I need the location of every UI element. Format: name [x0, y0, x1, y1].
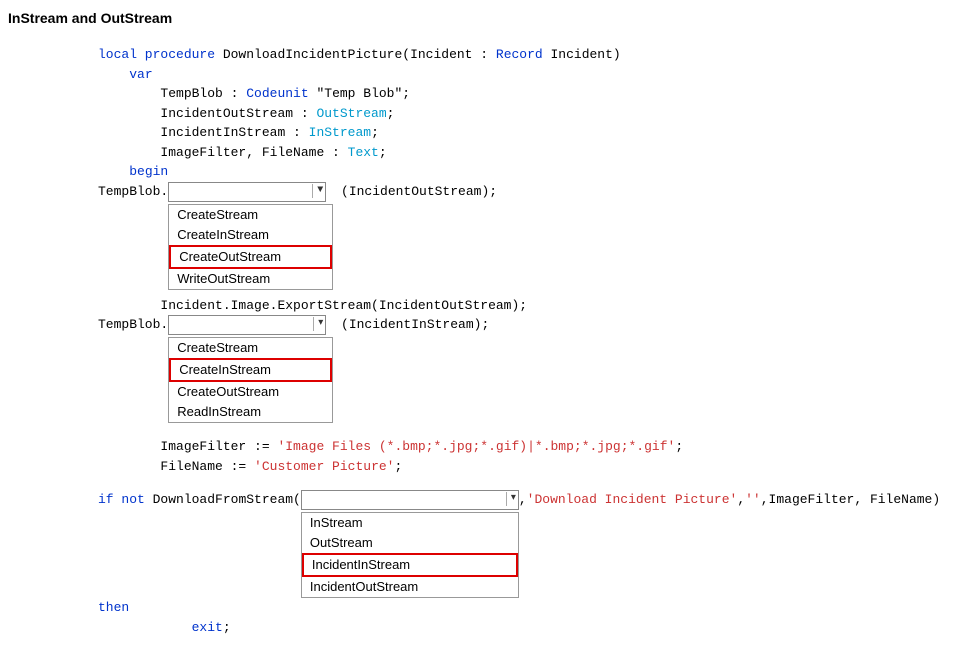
semi: ; — [371, 125, 379, 140]
list-item[interactable]: CreateStream — [169, 205, 332, 225]
list-item[interactable]: CreateInStream — [169, 225, 332, 245]
proc-name: DownloadIncidentPicture(Incident : — [215, 47, 496, 62]
string-filename: 'Customer Picture' — [254, 459, 394, 474]
list-item[interactable]: OutStream — [302, 533, 518, 553]
download-tail: ,ImageFilter, FileName) — [761, 492, 940, 507]
keyword-then: then — [98, 600, 129, 615]
list-item[interactable]: ReadInStream — [169, 402, 332, 422]
semi: ; — [387, 106, 395, 121]
list-item-highlighted[interactable]: IncidentInStream — [302, 553, 518, 577]
keyword-not: not — [114, 492, 145, 507]
keyword-local-procedure: local procedure — [98, 47, 215, 62]
list-item[interactable]: IncidentOutStream — [302, 577, 518, 597]
call-tempblob1-args: (IncidentOutStream); — [333, 184, 497, 199]
dropdown-tempblob-out[interactable]: ▼ — [168, 182, 326, 202]
var-outstream: IncidentOutStream : — [160, 106, 316, 121]
string-empty: '' — [745, 492, 761, 507]
dropdown-download-stream[interactable]: ▾ — [301, 490, 519, 510]
list-item[interactable]: CreateOutStream — [169, 382, 332, 402]
assign-filename: FileName := — [160, 459, 254, 474]
semi: ; — [379, 145, 387, 160]
dropdown-list-1[interactable]: CreateStream CreateInStream CreateOutStr… — [168, 204, 333, 290]
call-download: DownloadFromStream( — [145, 492, 301, 507]
semi: ; — [675, 439, 683, 454]
list-item-highlighted[interactable]: CreateInStream — [169, 358, 332, 382]
var-instream: IncidentInStream : — [160, 125, 308, 140]
chevron-down-icon: ▾ — [313, 317, 323, 331]
semi: ; — [394, 459, 402, 474]
string-download-title: 'Download Incident Picture' — [527, 492, 738, 507]
page-title: InStream and OutStream — [8, 8, 960, 29]
semi: ; — [223, 620, 231, 635]
dropdown-tempblob-in[interactable]: ▾ — [168, 315, 326, 335]
code-block: local procedure DownloadIncidentPicture(… — [98, 45, 960, 637]
chevron-down-icon: ▾ — [506, 492, 516, 506]
keyword-begin: begin — [129, 164, 168, 179]
var-filter: ImageFilter, FileName : — [160, 145, 347, 160]
dropdown-list-2[interactable]: CreateStream CreateInStream CreateOutStr… — [168, 337, 333, 423]
list-item-highlighted[interactable]: CreateOutStream — [169, 245, 332, 269]
list-item[interactable]: InStream — [302, 513, 518, 533]
type-outstream: OutStream — [316, 106, 386, 121]
chevron-down-icon: ▼ — [312, 184, 323, 198]
call-tempblob2-args: (IncidentInStream); — [333, 317, 489, 332]
assign-imagefilter: ImageFilter := — [160, 439, 277, 454]
proc-param: Incident) — [543, 47, 621, 62]
keyword-var: var — [129, 67, 152, 82]
dropdown-list-3[interactable]: InStream OutStream IncidentInStream Inci… — [301, 512, 519, 598]
keyword-codeunit: Codeunit — [246, 86, 308, 101]
var-tempblob: TempBlob : — [160, 86, 246, 101]
var-tempblob-rest: "Temp Blob"; — [309, 86, 410, 101]
type-text: Text — [348, 145, 379, 160]
list-item[interactable]: WriteOutStream — [169, 269, 332, 289]
comma: , — [519, 492, 527, 507]
comma: , — [737, 492, 745, 507]
keyword-exit: exit — [192, 620, 223, 635]
call-tempblob1: TempBlob. — [98, 184, 168, 199]
keyword-record: Record — [496, 47, 543, 62]
call-exportstream: Incident.Image.ExportStream(IncidentOutS… — [160, 298, 527, 313]
type-instream: InStream — [309, 125, 371, 140]
string-imagefilter: 'Image Files (*.bmp;*.jpg;*.gif)|*.bmp;*… — [277, 439, 675, 454]
keyword-if: if — [98, 492, 114, 507]
call-tempblob2: TempBlob. — [98, 317, 168, 332]
list-item[interactable]: CreateStream — [169, 338, 332, 358]
